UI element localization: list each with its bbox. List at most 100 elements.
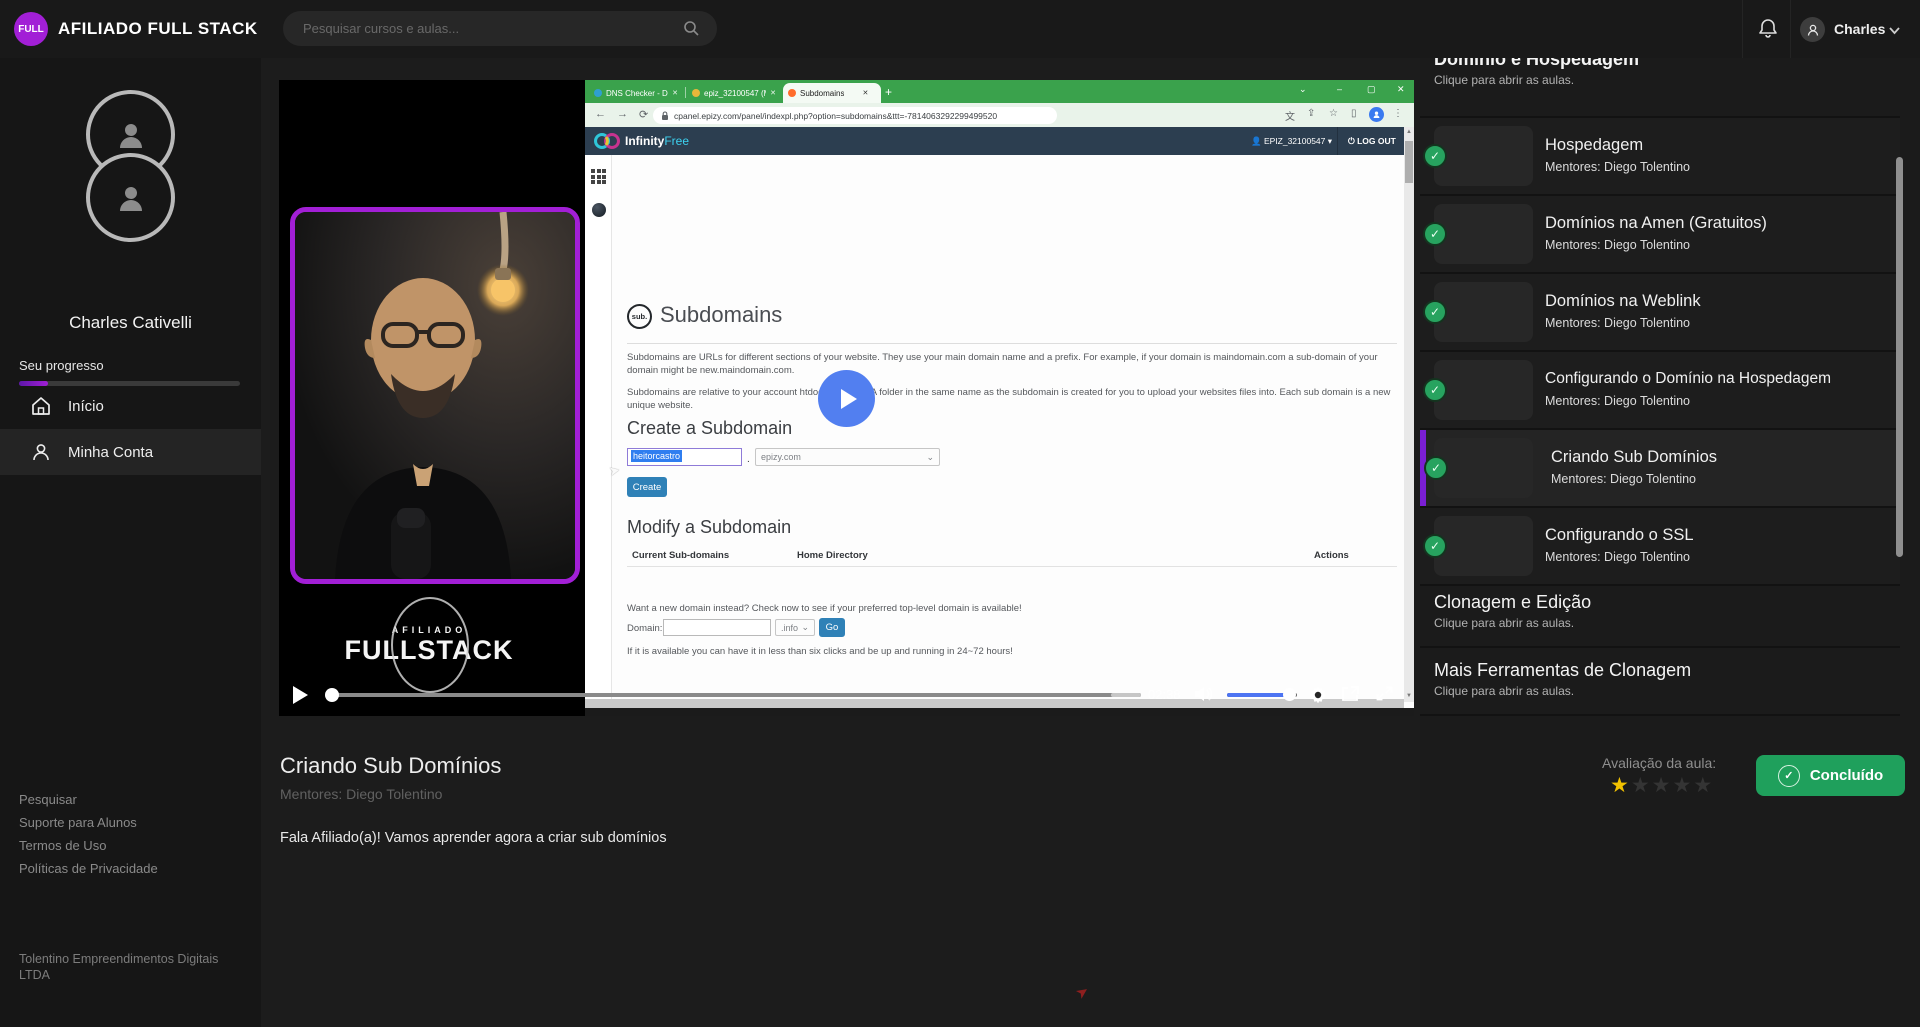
footer-link-termos[interactable]: Termos de Uso <box>19 838 106 853</box>
fullscreen-icon[interactable] <box>1375 685 1394 702</box>
lesson-item-weblink[interactable]: ✓ Domínios na Weblink Mentores: Diego To… <box>1420 274 1900 350</box>
user-name[interactable]: Charles <box>1834 21 1885 37</box>
url-text: cpanel.epizy.com/panel/indexpl.php?optio… <box>674 111 997 121</box>
playlist-section-dominio[interactable]: Domínio e Hospedagem Clique para abrir a… <box>1434 58 1639 87</box>
lesson-item-title: Hospedagem <box>1545 136 1643 155</box>
star-icon[interactable]: ★ <box>1631 774 1652 797</box>
seek-bar[interactable] <box>327 693 1141 697</box>
pip-icon[interactable] <box>1341 685 1360 702</box>
complete-button[interactable]: ✓ Concluído <box>1756 755 1905 796</box>
lesson-thumbnail <box>1434 204 1533 264</box>
browser-tab-epiz: epiz_32100547 (Meus Produtos ✕ <box>687 83 781 103</box>
app-title: AFILIADO FULL STACK <box>58 19 258 39</box>
fullstack-watermark: AFILIADO FULLSTACK <box>319 625 539 666</box>
lesson-item-mentors: Mentores: Diego Tolentino <box>1545 316 1690 330</box>
complete-button-label: Concluído <box>1810 767 1883 784</box>
company-name: Tolentino Empreendimentos Digitais LTDA <box>19 951 229 983</box>
lesson-item-mentors: Mentores: Diego Tolentino <box>1545 550 1690 564</box>
apps-grid-icon <box>591 169 606 184</box>
subdomain-input: heitorcastro <box>627 448 742 466</box>
star-icon[interactable]: ★ <box>1693 774 1714 797</box>
user-avatar[interactable] <box>1800 17 1825 42</box>
play-button[interactable] <box>293 686 308 704</box>
chevron-down-icon[interactable] <box>1888 24 1901 37</box>
volume-thumb[interactable] <box>1283 688 1296 701</box>
browser-vertical-scrollbar: ▲ ▼ <box>1404 127 1414 702</box>
presenter-illustration <box>295 212 575 579</box>
reload-icon: ⟳ <box>639 108 648 121</box>
settings-gear-icon[interactable] <box>1309 685 1327 703</box>
completed-check-icon: ✓ <box>1423 534 1447 558</box>
playlist-section-clonagem[interactable]: Clonagem e Edição Clique para abrir as a… <box>1434 592 1591 630</box>
footer-link-pesquisar[interactable]: Pesquisar <box>19 792 77 807</box>
lesson-item-title: Criando Sub Domínios <box>1551 448 1717 467</box>
table-header-actions: Actions <box>1314 550 1349 561</box>
scroll-up-icon: ▲ <box>1404 127 1414 138</box>
completed-check-icon: ✓ <box>1423 378 1447 402</box>
window-close-icon: ✕ <box>1397 84 1405 95</box>
lesson-item-criando-subdominios[interactable]: ✓ Criando Sub Domínios Mentores: Diego T… <box>1420 430 1900 506</box>
domain-dot-separator: . <box>747 454 750 465</box>
brand-logo-text: FULL <box>18 24 44 35</box>
lesson-item-configurando-dominio[interactable]: ✓ Configurando o Domínio na Hospedagem M… <box>1420 352 1900 428</box>
tab-close-icon: ✕ <box>862 89 868 97</box>
address-bar: cpanel.epizy.com/panel/indexpl.php?optio… <box>653 107 1057 124</box>
app-root: FULL AFILIADO FULL STACK Charles Charles… <box>0 0 1920 1027</box>
lesson-item-amen[interactable]: ✓ Domínios na Amen (Gratuitos) Mentores:… <box>1420 196 1900 272</box>
go-button: Go <box>819 618 845 637</box>
lesson-page-mentors: Mentores: Diego Tolentino <box>280 786 442 802</box>
dns-checker-favicon <box>594 89 602 97</box>
new-tab-icon: + <box>885 85 892 99</box>
lesson-item-title: Domínios na Amen (Gratuitos) <box>1545 214 1767 233</box>
lesson-item-hospedagem[interactable]: ✓ Hospedagem Mentores: Diego Tolentino <box>1420 118 1900 194</box>
sidebar-item-inicio[interactable]: Início <box>0 383 261 429</box>
section-subtitle: Clique para abrir as aulas. <box>1434 616 1591 630</box>
browser-tab-dns-checker: DNS Checker - DNS Check Propa ✕ <box>589 83 683 103</box>
cpanel-logout: ⏻ LOG OUT <box>1348 136 1396 147</box>
rating-stars[interactable]: ★★★★★ <box>1610 773 1714 798</box>
topbar-divider <box>1790 0 1791 58</box>
video-player[interactable]: AFILIADO FULLSTACK DNS Checker - DNS Che… <box>279 80 1414 716</box>
completed-check-icon: ✓ <box>1423 300 1447 324</box>
window-minimize-icon: – <box>1337 84 1342 94</box>
play-overlay-button[interactable] <box>818 370 875 427</box>
search-icon[interactable] <box>683 20 699 36</box>
search-input[interactable] <box>303 11 673 46</box>
volume-slider[interactable] <box>1227 693 1297 697</box>
lesson-item-ssl[interactable]: ✓ Configurando o SSL Mentores: Diego Tol… <box>1420 508 1900 584</box>
profile-avatar[interactable] <box>86 153 175 242</box>
recorded-browser-window: DNS Checker - DNS Check Propa ✕ epiz_321… <box>585 80 1414 716</box>
sidebar-item-minha-conta[interactable]: Minha Conta <box>0 429 261 475</box>
completed-check-icon: ✓ <box>1423 222 1447 246</box>
cpanel-mini-sidebar <box>585 155 612 716</box>
check-circle-icon: ✓ <box>1778 765 1800 787</box>
side-panel-icon: ▯ <box>1351 108 1357 119</box>
footer-link-politicas[interactable]: Políticas de Privacidade <box>19 861 158 876</box>
bookmark-star-icon: ☆ <box>1329 108 1338 119</box>
star-icon[interactable]: ★ <box>1610 774 1631 797</box>
seek-buffer <box>1111 693 1141 697</box>
playlist-divider <box>1420 584 1900 586</box>
notifications-bell-icon[interactable] <box>1757 17 1779 39</box>
footer-link-suporte[interactable]: Suporte para Alunos <box>19 815 137 830</box>
table-header-current: Current Sub-domains <box>632 550 729 561</box>
lesson-item-mentors: Mentores: Diego Tolentino <box>1545 238 1690 252</box>
play-icon <box>841 389 857 409</box>
lesson-item-title: Domínios na Weblink <box>1545 292 1701 311</box>
cpanel-brand: InfinityFree <box>625 134 689 148</box>
star-icon[interactable]: ★ <box>1652 774 1673 797</box>
cpanel-body: sub. Subdomains Subdomains are URLs for … <box>585 155 1414 716</box>
player-controls: 02:38 <box>279 674 1414 716</box>
forward-icon: → <box>617 108 628 120</box>
playlist-scrollbar[interactable] <box>1896 157 1903 557</box>
divider <box>627 343 1397 344</box>
volume-icon[interactable] <box>1193 685 1213 703</box>
search-bar[interactable] <box>283 11 717 46</box>
playlist-section-mais-ferramentas[interactable]: Mais Ferramentas de Clonagem Clique para… <box>1434 660 1691 698</box>
star-icon[interactable]: ★ <box>1672 774 1693 797</box>
brand-logo[interactable]: FULL <box>14 12 48 46</box>
presenter-webcam <box>290 207 580 584</box>
browser-tabstrip: DNS Checker - DNS Check Propa ✕ epiz_321… <box>585 80 1414 103</box>
select-chevron-icon: ⌄ <box>926 452 934 463</box>
seek-thumb[interactable] <box>325 688 339 702</box>
